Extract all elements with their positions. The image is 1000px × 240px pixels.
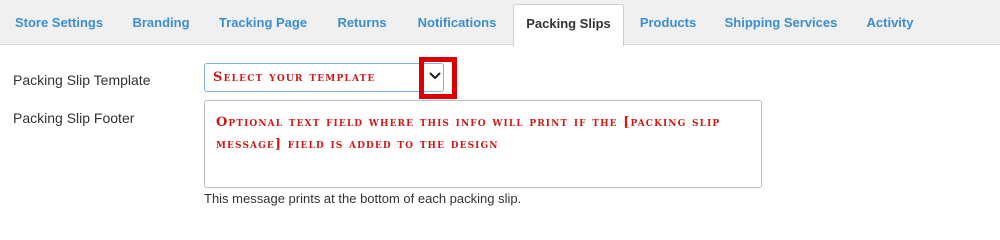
packing-slip-footer-label: Packing Slip Footer	[13, 110, 135, 126]
tab-shipping-services[interactable]: Shipping Services	[712, 4, 850, 45]
tab-packing-slips[interactable]: Packing Slips	[513, 4, 624, 46]
template-select-value: Select your template	[213, 70, 376, 85]
tab-products[interactable]: Products	[624, 4, 712, 45]
tab-tracking-page[interactable]: Tracking Page	[204, 4, 322, 45]
chevron-down-icon[interactable]	[428, 68, 442, 84]
template-select[interactable]: Select your template	[204, 63, 444, 92]
tab-bar: Store Settings Branding Tracking Page Re…	[0, 0, 1000, 46]
tab-branding[interactable]: Branding	[118, 4, 204, 45]
tab-store-settings[interactable]: Store Settings	[0, 4, 118, 45]
tab-returns[interactable]: Returns	[322, 4, 402, 45]
tab-activity[interactable]: Activity	[850, 4, 930, 45]
footer-textarea-value: Optional text field where this info will…	[216, 115, 721, 152]
packing-slip-footer-textarea[interactable]: Optional text field where this info will…	[204, 100, 762, 188]
packing-slip-template-label: Packing Slip Template	[13, 72, 151, 88]
footer-help-text: This message prints at the bottom of eac…	[204, 191, 522, 206]
tab-notifications[interactable]: Notifications	[402, 4, 512, 45]
